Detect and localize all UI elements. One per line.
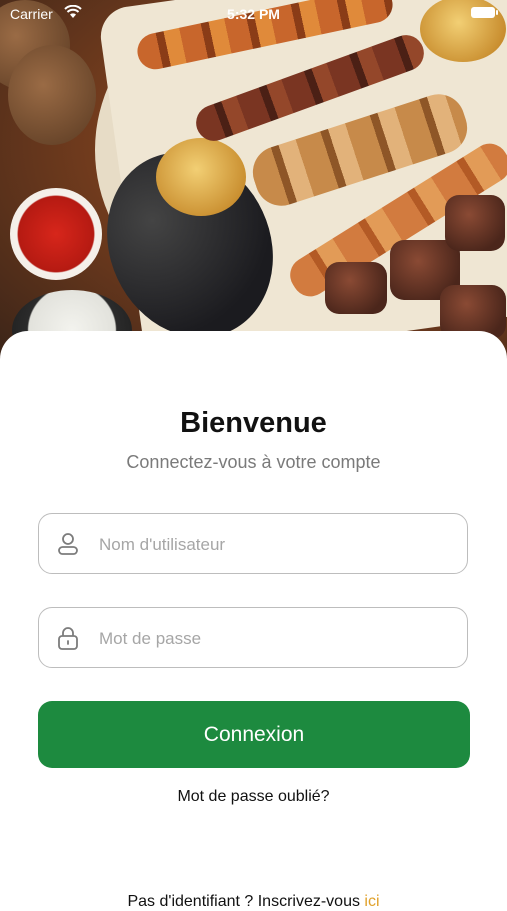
battery-icon xyxy=(471,7,498,18)
page-subtitle: Connectez-vous à votre compte xyxy=(126,452,381,472)
status-time: 5:32 PM xyxy=(227,6,280,22)
sauce-bowl-red xyxy=(10,188,102,280)
beef-piece xyxy=(325,262,387,314)
beef-piece xyxy=(445,195,505,251)
login-card: Bienvenue Connectez-vous à votre compte … xyxy=(0,331,507,910)
password-input[interactable] xyxy=(97,608,451,669)
page-title: Bienvenue xyxy=(180,407,327,439)
status-bar: Carrier 5:32 PM xyxy=(0,0,507,28)
forgot-password-link[interactable]: Mot de passe oublié? xyxy=(0,788,507,806)
signup-link[interactable]: ici xyxy=(364,893,379,910)
password-field[interactable] xyxy=(38,607,468,669)
username-input[interactable] xyxy=(97,514,451,575)
bread-roll xyxy=(8,45,96,145)
grilled-potato xyxy=(156,138,246,216)
lock-icon xyxy=(58,627,78,650)
user-icon xyxy=(58,533,78,555)
hero-food-image xyxy=(0,0,507,360)
login-button[interactable]: Connexion xyxy=(38,701,470,768)
username-field[interactable] xyxy=(38,513,468,575)
signup-prefix: Pas d'identifiant ? Inscrivez-vous xyxy=(127,893,360,910)
signup-prompt: Pas d'identifiant ? Inscrivez-vous ici xyxy=(0,893,507,911)
